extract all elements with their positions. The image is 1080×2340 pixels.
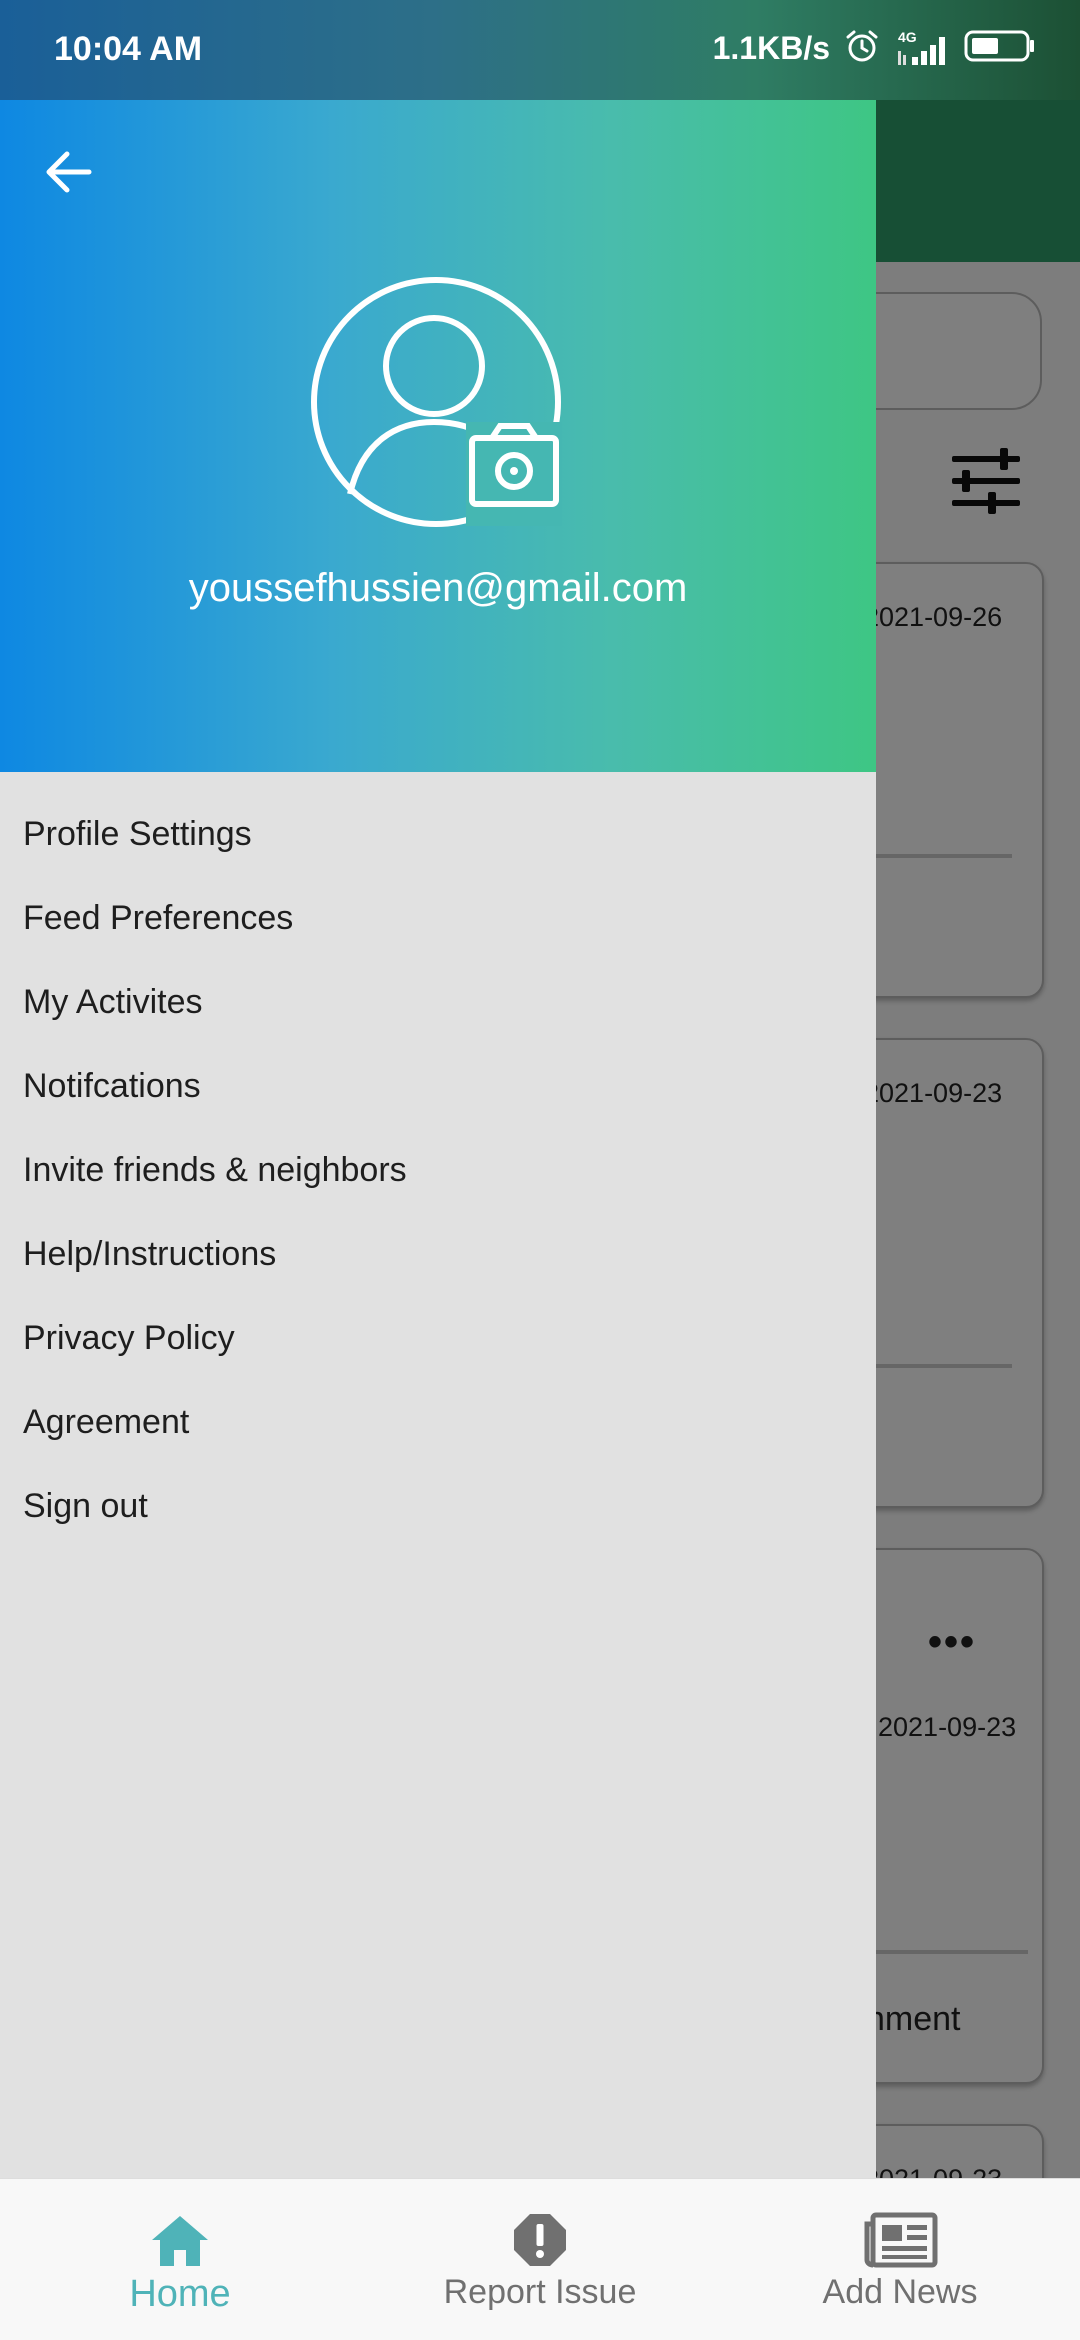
nav-add-news-label: Add News bbox=[822, 2273, 978, 2311]
alert-icon bbox=[514, 2214, 566, 2266]
back-button[interactable] bbox=[36, 140, 100, 204]
nav-home[interactable]: Home bbox=[80, 2179, 280, 2340]
menu-item-sign-out[interactable]: Sign out bbox=[0, 1464, 876, 1548]
signal-icon: 4G bbox=[894, 29, 950, 69]
menu-item-notifications[interactable]: Notifcations bbox=[0, 1044, 876, 1128]
network-speed: 1.1KB/s bbox=[712, 30, 830, 66]
drawer-header: youssefhussien@gmail.com bbox=[0, 100, 876, 772]
menu-item-profile-settings[interactable]: Profile Settings bbox=[0, 792, 876, 876]
navigation-drawer: youssefhussien@gmail.com Profile Setting… bbox=[0, 100, 876, 2178]
user-email: youssefhussien@gmail.com bbox=[188, 566, 688, 610]
newspaper-icon bbox=[864, 2212, 938, 2268]
battery-icon bbox=[964, 29, 1036, 68]
nav-report-issue[interactable]: Report Issue bbox=[420, 2179, 660, 2340]
status-indicators: 1.1KB/s 4G bbox=[713, 28, 1036, 69]
nav-add-news[interactable]: Add News bbox=[800, 2179, 1000, 2340]
menu-item-privacy-policy[interactable]: Privacy Policy bbox=[0, 1296, 876, 1380]
status-bar: 10:04 AM 1.1KB/s 4G bbox=[0, 0, 1080, 100]
menu-item-invite-friends[interactable]: Invite friends & neighbors bbox=[0, 1128, 876, 1212]
home-icon bbox=[152, 2216, 208, 2266]
bottom-navigation: Home Report Issue Add News bbox=[0, 2178, 1080, 2340]
status-time: 10:04 AM bbox=[54, 30, 203, 68]
nav-home-label: Home bbox=[129, 2273, 231, 2315]
avatar[interactable] bbox=[306, 272, 566, 532]
arrow-back-icon bbox=[46, 151, 92, 193]
drawer-menu: Profile Settings Feed Preferences My Act… bbox=[0, 772, 876, 1548]
menu-item-feed-preferences[interactable]: Feed Preferences bbox=[0, 876, 876, 960]
alarm-icon bbox=[844, 28, 880, 69]
menu-item-my-activities[interactable]: My Activites bbox=[0, 960, 876, 1044]
user-camera-icon bbox=[311, 277, 562, 527]
menu-item-help[interactable]: Help/Instructions bbox=[0, 1212, 876, 1296]
nav-report-issue-label: Report Issue bbox=[443, 2273, 637, 2311]
menu-item-agreement[interactable]: Agreement bbox=[0, 1380, 876, 1464]
